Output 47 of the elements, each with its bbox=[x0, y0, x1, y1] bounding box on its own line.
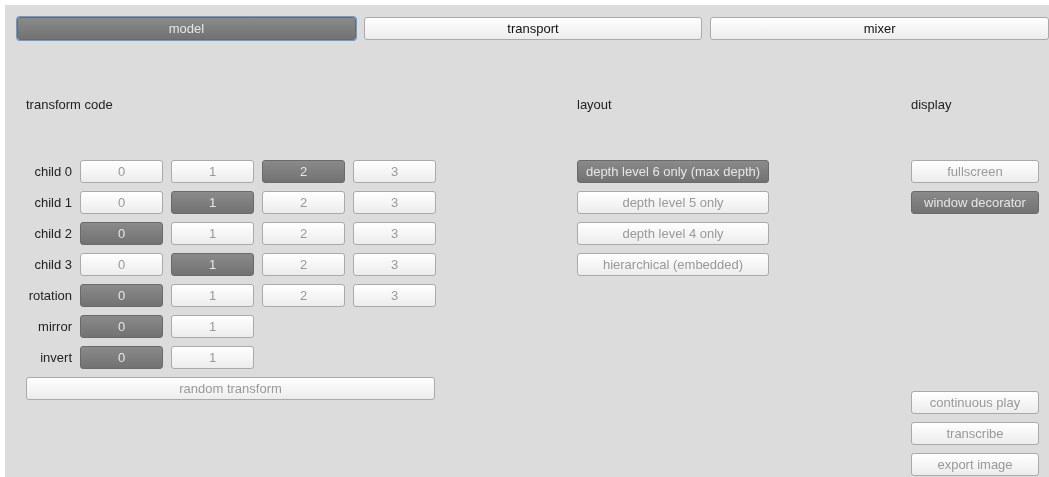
row-label: child 1 bbox=[33, 195, 72, 210]
option-button[interactable]: 0 bbox=[80, 191, 163, 214]
layout-option-button[interactable]: depth level 5 only bbox=[577, 191, 769, 214]
option-button[interactable]: 3 bbox=[353, 160, 436, 183]
option-button[interactable]: 1 bbox=[171, 253, 254, 276]
toggle-button[interactable]: fullscreen bbox=[911, 160, 1039, 183]
section-title: display bbox=[911, 97, 952, 112]
option-button[interactable]: 0 bbox=[80, 253, 163, 276]
option-button[interactable]: 1 bbox=[171, 191, 254, 214]
option-button[interactable]: 1 bbox=[171, 222, 254, 245]
row-label: invert bbox=[39, 350, 72, 365]
section-title: transform code bbox=[26, 97, 113, 112]
option-button[interactable]: 1 bbox=[171, 346, 254, 369]
row-label: child 2 bbox=[33, 226, 72, 241]
option-button[interactable]: 0 bbox=[80, 160, 163, 183]
option-button[interactable]: 0 bbox=[80, 222, 163, 245]
row-label: mirror bbox=[37, 319, 72, 334]
option-button[interactable]: 2 bbox=[262, 160, 345, 183]
option-button[interactable]: 1 bbox=[171, 284, 254, 307]
layout-option-button[interactable]: depth level 6 only (max depth) bbox=[577, 160, 769, 183]
option-button[interactable]: 0 bbox=[80, 315, 163, 338]
option-button[interactable]: 0 bbox=[80, 284, 163, 307]
section-title: layout bbox=[577, 97, 612, 112]
option-button[interactable]: 2 bbox=[262, 191, 345, 214]
action-button[interactable]: export image bbox=[911, 453, 1039, 476]
tab[interactable]: model bbox=[17, 17, 356, 40]
option-button[interactable]: 1 bbox=[171, 160, 254, 183]
option-button[interactable]: 3 bbox=[353, 284, 436, 307]
row-label: rotation bbox=[27, 288, 72, 303]
option-button[interactable]: 2 bbox=[262, 253, 345, 276]
tab[interactable]: transport bbox=[363, 17, 703, 40]
action-button[interactable]: continuous play bbox=[911, 391, 1039, 414]
option-button[interactable]: 0 bbox=[80, 346, 163, 369]
toggle-button[interactable]: window decorator bbox=[911, 191, 1039, 214]
tab[interactable]: mixer bbox=[710, 17, 1049, 40]
action-button[interactable]: transcribe bbox=[911, 422, 1039, 445]
option-button[interactable]: 2 bbox=[262, 284, 345, 307]
layout-option-button[interactable]: depth level 4 only bbox=[577, 222, 769, 245]
option-button[interactable]: 2 bbox=[262, 222, 345, 245]
random-transform-button[interactable]: random transform bbox=[26, 377, 435, 400]
row-label: child 0 bbox=[33, 164, 72, 179]
option-button[interactable]: 3 bbox=[353, 253, 436, 276]
option-button[interactable]: 3 bbox=[353, 191, 436, 214]
layout-option-button[interactable]: hierarchical (embedded) bbox=[577, 253, 769, 276]
row-label: child 3 bbox=[33, 257, 72, 272]
option-button[interactable]: 1 bbox=[171, 315, 254, 338]
option-button[interactable]: 3 bbox=[353, 222, 436, 245]
